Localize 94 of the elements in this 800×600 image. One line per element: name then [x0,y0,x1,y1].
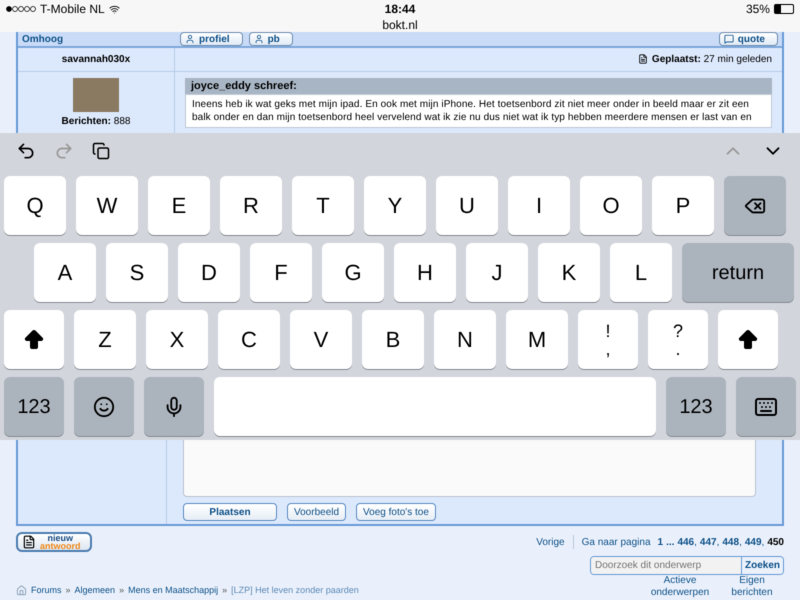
profile-button[interactable]: pb [248,32,293,46]
quote-button[interactable]: quote [718,32,778,46]
document-icon [22,535,36,549]
reply-button[interactable]: Voeg foto's toe [356,503,436,521]
new-reply-button[interactable]: nieuw antwoord [16,532,92,552]
breadcrumb-separator: » [119,585,124,595]
footer-link[interactable]: Actieve onderwerpen [648,575,712,599]
key[interactable]: W [76,176,138,235]
key[interactable]: V [290,310,352,369]
key[interactable]: M [506,310,568,369]
copy-icon [92,142,110,160]
previous-link[interactable]: Vorige [536,536,565,548]
post-count: Berichten: 888 [62,116,130,127]
reply-button[interactable]: Voorbeeld [287,503,346,521]
breadcrumb-link[interactable]: Algemeen [74,585,116,595]
key[interactable]: Q [4,176,66,235]
key[interactable]: P [652,176,714,235]
key[interactable]: H [394,243,456,302]
redo-icon [54,140,74,160]
microphone-key[interactable] [144,377,204,436]
key[interactable]: T [292,176,354,235]
key[interactable]: ! , [578,310,638,369]
key[interactable]: A [34,243,96,302]
page-link[interactable]: 449 [744,536,762,548]
page-link[interactable]: 447 [700,536,717,548]
key[interactable]: I [508,176,570,235]
page-separator: , [762,536,764,548]
breadcrumb-separator: » [222,585,228,595]
shift-arrow-icon [736,328,760,352]
smiley-icon [93,396,115,418]
shift-key[interactable] [718,310,778,369]
numbers-key[interactable]: 123 [666,377,726,436]
key[interactable]: Z [74,310,136,369]
undo-icon [16,140,36,160]
goto-label: Ga naar pagina [582,536,651,548]
search-field[interactable]: Doorzoek dit onderwerp Zoeken [590,556,784,575]
page-url: bokt.nl [381,18,419,32]
quote-text: Ineens heb ik wat geks met mijn ipad. En ook met mijn iPhone. Het toetsenbord zit niet meer onder in beeld maar er zit een balk onder en dan mijn toetsenbord heel vervelend wat ik zie nu dus niet wat ik typ hebben meerdere mensen er last van en [185,94,772,128]
document-icon [638,54,648,64]
key[interactable]: R [220,176,282,235]
page-separator: , [716,536,720,548]
photo-placeholder [73,78,119,112]
carrier-name: T-Mobile NL [40,2,105,16]
signal-icon [6,6,36,12]
key[interactable]: Y [364,176,426,235]
page-link[interactable]: 1 [658,536,664,548]
hide-keyboard-key[interactable] [736,377,796,436]
author-name: savannah030x [62,54,130,65]
page-link[interactable]: 446 [677,536,694,548]
key[interactable]: L [610,243,672,302]
backspace-key[interactable] [724,176,786,235]
key[interactable]: F [250,243,312,302]
key[interactable]: N [434,310,496,369]
emoji-key[interactable] [74,377,134,436]
top-link[interactable]: Omhoog [22,34,64,44]
shift-key[interactable] [4,310,64,369]
key[interactable]: ? . [648,310,708,369]
battery-icon [774,4,794,14]
key[interactable]: E [148,176,210,235]
key[interactable]: X [146,310,208,369]
footer-link[interactable]: Eigen berichten [720,575,784,599]
key[interactable]: J [466,243,528,302]
key[interactable]: S [106,243,168,302]
page-link[interactable]: 448 [722,536,740,548]
key[interactable]: C [218,310,280,369]
page-separator: , [739,536,742,548]
numbers-key[interactable]: 123 [4,377,64,436]
status-time: 18:44 [384,2,416,16]
profile-button[interactable]: profiel [180,32,243,46]
person-icon [254,34,264,44]
breadcrumb-link[interactable]: Mens en Maatschappij [128,585,218,595]
person-icon [185,34,195,44]
key[interactable]: U [436,176,498,235]
reply-button[interactable]: Plaatsen [183,503,277,521]
wifi-icon [108,4,120,14]
quote-author: joyce_eddy schreef: [185,78,772,94]
speech-bubble-icon [724,34,734,44]
key[interactable]: B [362,310,424,369]
breadcrumb-link[interactable]: Forums [31,585,62,595]
page-separator: , [694,536,697,548]
page-link[interactable]: 450 [767,536,784,548]
battery-percent: 35% [746,2,770,16]
key[interactable]: O [580,176,642,235]
key[interactable]: K [538,243,600,302]
search-button[interactable]: Zoeken [740,557,783,574]
return-key[interactable]: return [682,243,794,302]
home-icon [16,584,27,596]
page-link[interactable]: ... [666,536,674,548]
breadcrumb-separator: » [66,585,71,595]
key[interactable]: D [178,243,240,302]
shift-arrow-icon [22,328,46,352]
posted-time: Geplaatst: 27 min geleden [652,54,772,65]
message-field[interactable] [183,440,756,497]
key[interactable]: G [322,243,384,302]
